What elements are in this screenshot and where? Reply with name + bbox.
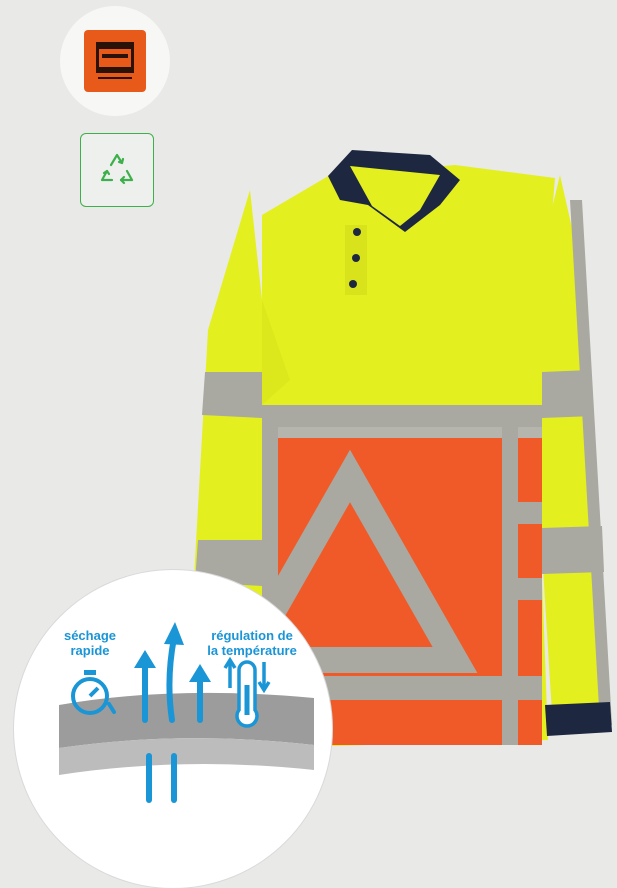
feature-illustration xyxy=(59,622,314,803)
feature-badge: séchage rapide régulation de la températ… xyxy=(14,570,332,888)
temperature-regulation-label: régulation de la température xyxy=(207,628,297,658)
quick-dry-label: séchage rapide xyxy=(63,628,117,658)
